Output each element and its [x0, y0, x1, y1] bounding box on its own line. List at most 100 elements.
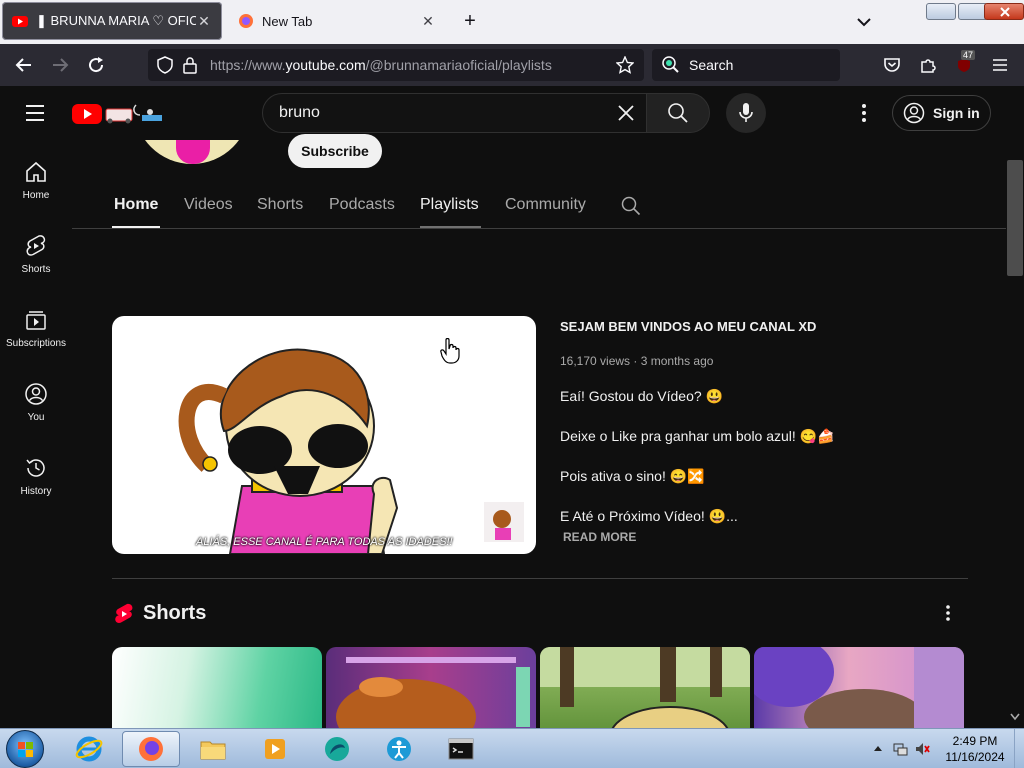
- extension-badge-count: 47: [961, 50, 976, 60]
- tab-shorts[interactable]: Shorts: [257, 196, 303, 214]
- description-line: E Até o Próximo Vídeo! 😃...: [560, 508, 738, 524]
- clear-search-icon[interactable]: [617, 104, 635, 122]
- folder-icon: [200, 741, 226, 760]
- close-tab-icon[interactable]: ✕: [420, 13, 436, 30]
- voice-search-button[interactable]: [726, 93, 766, 133]
- short-thumbnail-art: [540, 647, 750, 737]
- sign-in-label: Sign in: [933, 105, 980, 121]
- show-hidden-icons-icon[interactable]: [870, 741, 886, 757]
- short-thumbnail[interactable]: [326, 647, 536, 737]
- taskbar-firefox[interactable]: [122, 731, 180, 767]
- tab-playlists[interactable]: Playlists: [420, 196, 479, 214]
- minimize-window-button[interactable]: [926, 3, 956, 20]
- tab-title: New Tab: [262, 13, 313, 29]
- channel-avatar[interactable]: [134, 140, 250, 164]
- pocket-button[interactable]: [881, 54, 903, 76]
- subscribe-button[interactable]: Subscribe: [288, 134, 382, 168]
- address-bar[interactable]: https://www.youtube.com/@brunnamariaofic…: [148, 49, 644, 81]
- taskbar-app-teal[interactable]: [308, 731, 366, 767]
- featured-video-title[interactable]: SEJAM BEM VINDOS AO MEU CANAL XD: [560, 319, 816, 334]
- sidebar-item-label: History: [20, 486, 52, 497]
- taskbar-command-prompt[interactable]: [432, 731, 490, 767]
- shield-icon[interactable]: [156, 56, 174, 74]
- search-icon: [668, 103, 688, 123]
- channel-tab-bar: Home Videos Shorts Podcasts Playlists Co…: [72, 186, 1006, 229]
- show-desktop-button[interactable]: [1014, 729, 1024, 768]
- taskbar-app-blue-person[interactable]: [370, 731, 428, 767]
- youtube-search-button[interactable]: [646, 93, 710, 133]
- start-button[interactable]: [6, 730, 44, 768]
- close-icon: [1000, 7, 1010, 17]
- internet-explorer-icon: [75, 736, 103, 762]
- youtube-search-input[interactable]: bruno: [262, 93, 648, 133]
- arrow-right-icon: [53, 58, 69, 72]
- sidebar-item-history[interactable]: History: [0, 436, 72, 510]
- settings-menu-button[interactable]: [854, 102, 874, 124]
- more-vertical-icon[interactable]: [938, 604, 958, 622]
- scrollbar-thumb[interactable]: [1007, 160, 1023, 276]
- tab-podcasts[interactable]: Podcasts: [329, 196, 395, 214]
- description-line: Pois ativa o sino! 😄🔀: [560, 468, 705, 484]
- sidebar-item-home[interactable]: Home: [0, 140, 72, 214]
- tab-videos[interactable]: Videos: [184, 196, 233, 214]
- short-thumbnail-art: [754, 647, 964, 737]
- reload-icon: [89, 57, 104, 73]
- sidebar-item-label: You: [27, 412, 45, 423]
- volume-muted-icon[interactable]: [914, 741, 930, 757]
- forward-button[interactable]: [49, 54, 71, 76]
- firefox-favicon-icon: [239, 14, 253, 28]
- guide-menu-button[interactable]: [25, 104, 45, 127]
- close-tab-icon[interactable]: ✕: [196, 13, 212, 30]
- search-engine-icon: [662, 56, 679, 73]
- home-tab-underline: [112, 226, 160, 228]
- search-placeholder: Search: [689, 57, 734, 73]
- sidebar-item-subscriptions[interactable]: Subscriptions: [0, 288, 72, 362]
- reload-button[interactable]: [85, 54, 107, 76]
- network-icon[interactable]: [892, 741, 908, 757]
- firefox-icon: [139, 737, 163, 761]
- browser-toolbar: https://www.youtube.com/@brunnamariaofic…: [0, 44, 1024, 130]
- youtube-logo[interactable]: [72, 99, 166, 127]
- tab-home[interactable]: Home: [114, 196, 158, 214]
- short-thumbnail[interactable]: [112, 647, 322, 737]
- search-query-text: bruno: [279, 104, 320, 121]
- chevron-down-icon[interactable]: [852, 10, 876, 34]
- ublock-extension-button[interactable]: 47: [953, 50, 976, 76]
- hamburger-menu-icon: [26, 105, 44, 121]
- playlists-tab-underline: [420, 226, 481, 228]
- short-thumbnail[interactable]: [754, 647, 964, 737]
- tab-new-tab[interactable]: New Tab ✕: [228, 2, 446, 40]
- home-icon: [26, 161, 46, 182]
- new-tab-button[interactable]: +: [458, 10, 482, 33]
- url-host: youtube.com: [285, 57, 366, 73]
- featured-video-illustration: [178, 348, 524, 554]
- extensions-button[interactable]: [917, 54, 939, 76]
- featured-video-thumbnail[interactable]: ALIÁS, ESSE CANAL É PARA TODAS AS IDADES…: [112, 316, 536, 554]
- scroll-down-arrow-icon[interactable]: [1009, 712, 1021, 722]
- read-more-button[interactable]: READ MORE: [563, 530, 636, 544]
- bookmark-star-icon[interactable]: [616, 56, 634, 74]
- close-window-button[interactable]: [984, 3, 1024, 20]
- history-icon: [26, 459, 45, 477]
- taskbar-clock[interactable]: 2:49 PM 11/16/2024: [938, 733, 1012, 765]
- back-button[interactable]: [13, 54, 35, 76]
- sign-in-button[interactable]: Sign in: [892, 95, 991, 131]
- sidebar-item-you[interactable]: You: [0, 362, 72, 436]
- section-divider: [112, 578, 968, 579]
- accessibility-app-icon: [387, 737, 411, 761]
- sidebar-item-shorts[interactable]: Shorts: [0, 214, 72, 288]
- lock-icon[interactable]: [182, 56, 198, 74]
- taskbar-media-player[interactable]: [246, 731, 304, 767]
- tab-youtube-channel[interactable]: ❚ BRUNNA MARIA ♡ OFICIAL ✕: [2, 2, 222, 40]
- url-prefix: https://www.: [210, 57, 286, 73]
- short-thumbnail[interactable]: [540, 647, 750, 737]
- tab-community[interactable]: Community: [505, 196, 586, 214]
- upload-age: 3 months ago: [640, 354, 714, 368]
- app-menu-button[interactable]: [989, 54, 1011, 76]
- more-vertical-icon: [862, 104, 866, 122]
- clock-time: 2:49 PM: [952, 734, 998, 748]
- taskbar-internet-explorer[interactable]: [60, 731, 118, 767]
- channel-search-icon[interactable]: [621, 196, 641, 216]
- browser-search-bar[interactable]: Search: [652, 49, 840, 81]
- taskbar-file-explorer[interactable]: [184, 731, 242, 767]
